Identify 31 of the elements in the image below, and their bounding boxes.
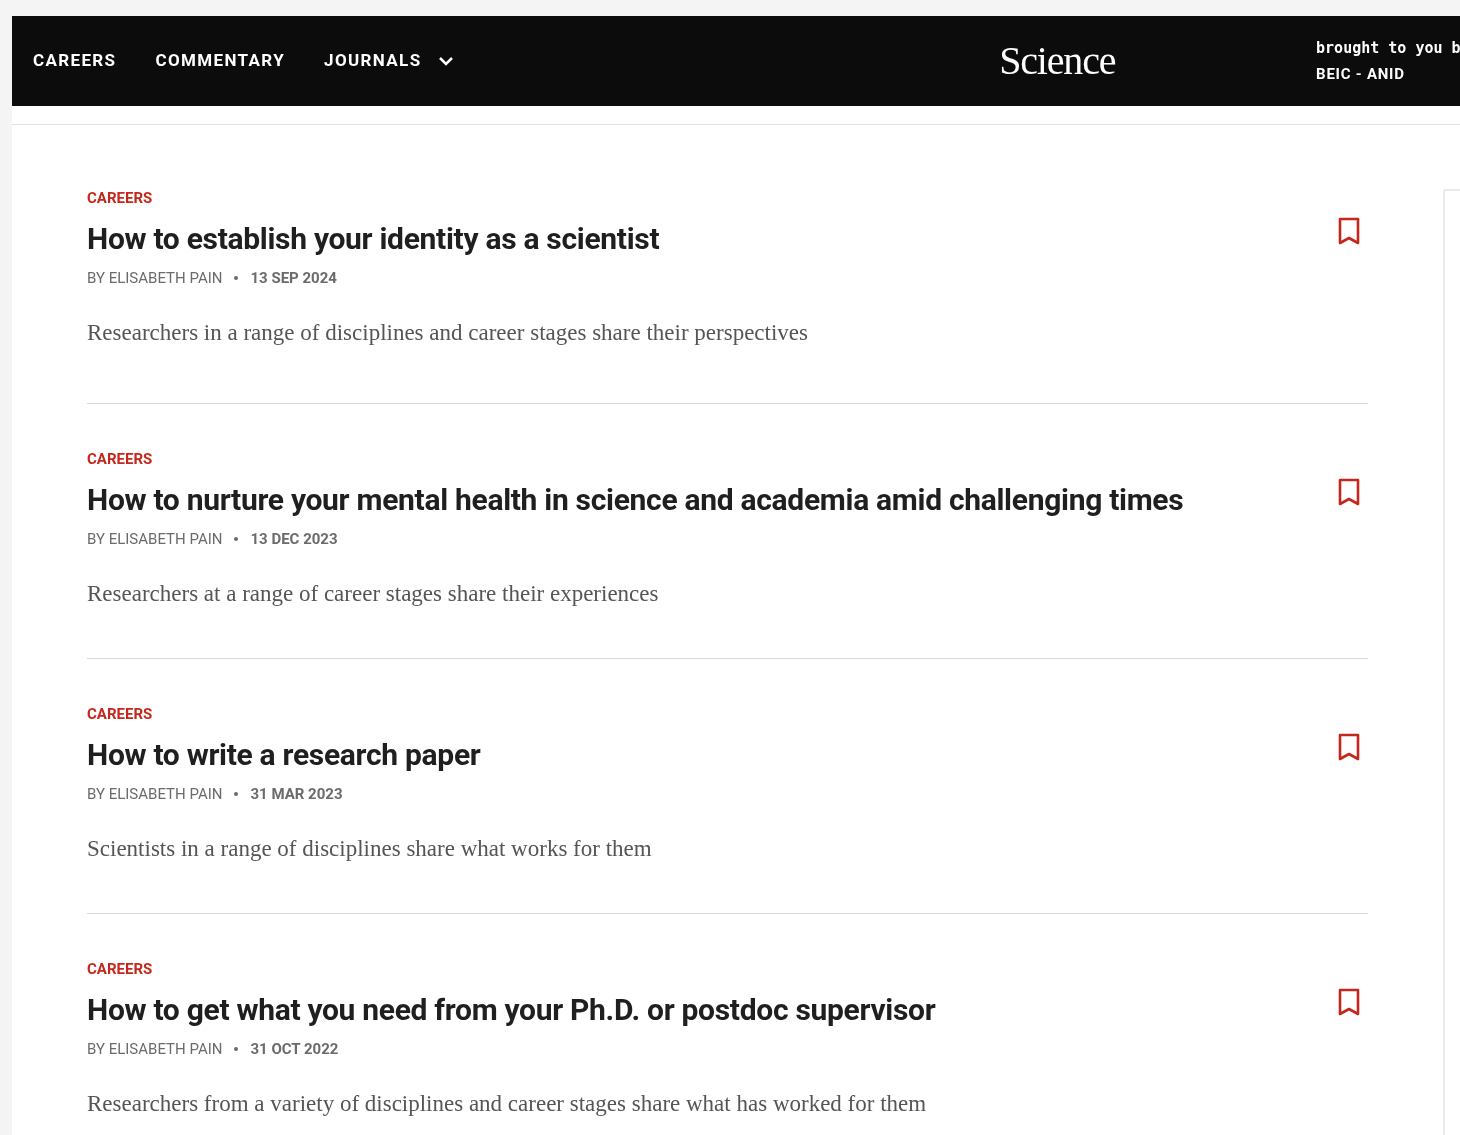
- article-date: 13 SEP 2024: [250, 268, 337, 289]
- nav-link[interactable]: COMMENTARY: [155, 48, 286, 74]
- bookmark-icon[interactable]: [1338, 733, 1360, 761]
- article-summary: Scientists in a range of disciplines share what works for them: [87, 834, 652, 863]
- article-category[interactable]: CAREERS: [87, 189, 808, 207]
- article-author: BY ELISABETH PAIN: [87, 784, 223, 805]
- article-category[interactable]: CAREERS: [87, 450, 1184, 468]
- article-author: BY ELISABETH PAIN: [87, 529, 223, 550]
- article-title[interactable]: How to establish your identity as a scientist: [87, 221, 808, 257]
- institution-name: BEIC - ANID: [1316, 63, 1406, 85]
- article-date: 31 OCT 2022: [250, 1039, 339, 1060]
- site-logo[interactable]: Science: [999, 41, 1116, 81]
- article-title[interactable]: How to nurture your mental health in science and academia amid challenging times: [87, 482, 1184, 518]
- article-category[interactable]: CAREERS: [87, 960, 936, 978]
- article-title[interactable]: How to get what you need from your Ph.D. or postdoc supervisor: [87, 992, 936, 1028]
- article-category[interactable]: CAREERS: [87, 705, 652, 723]
- article-author: BY ELISABETH PAIN: [87, 1039, 223, 1060]
- article-summary: Researchers from a variety of disciplines and career stages share what has worked for them: [87, 1089, 928, 1118]
- bookmark-icon[interactable]: [1338, 478, 1360, 506]
- article-date: 31 MAR 2023: [250, 784, 343, 805]
- article-title[interactable]: How to write a research paper: [87, 737, 652, 773]
- article-summary: Researchers in a range of disciplines and career stages share their perspectives: [87, 318, 808, 347]
- article-author: BY ELISABETH PAIN: [87, 268, 223, 289]
- bookmark-icon[interactable]: [1338, 988, 1360, 1016]
- article-summary: Researchers at a range of career stages share their experiences: [87, 579, 660, 608]
- article-date: 13 DEC 2023: [250, 529, 338, 550]
- access-provider-text: brought to you b: [1316, 38, 1460, 59]
- nav-link[interactable]: CAREERS: [33, 48, 117, 74]
- bookmark-icon[interactable]: [1338, 217, 1360, 245]
- nav-dropdown[interactable]: JOURNALS: [324, 48, 454, 74]
- chevron-down-icon: [437, 56, 454, 66]
